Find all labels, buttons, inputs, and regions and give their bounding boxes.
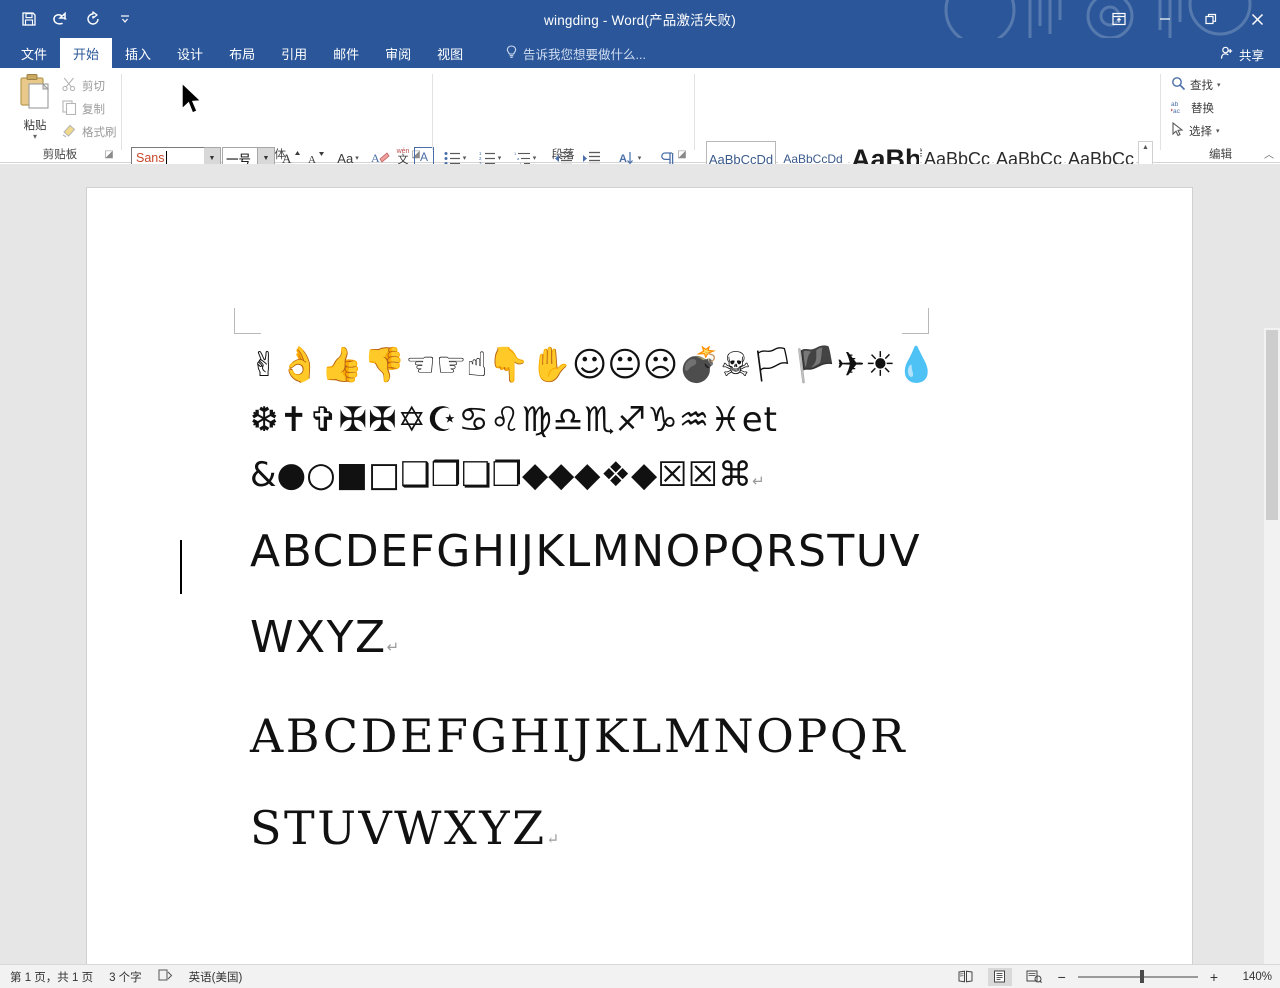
editing-group-label: 编辑: [1209, 149, 1232, 161]
select-label: 选择: [1189, 126, 1212, 138]
paragraph-mark: ↵: [546, 830, 562, 848]
cut-label: 剪切: [82, 81, 105, 93]
vertical-scrollbar-thumb[interactable]: [1266, 330, 1278, 520]
document-body[interactable]: ✌👌👍👎☜☞☝👇✋☺😐☹💣☠🏳🏴✈☀💧 ❆✝✞✠✠✡☪♋♌♍♎♏♐♑♒♓et &…: [250, 338, 1010, 885]
scissors-icon: [62, 77, 77, 95]
copy-button[interactable]: 复制: [62, 100, 105, 118]
document-line-symbols-1: ✌👌👍👎☜☞☝👇✋☺😐☹💣☠🏳🏴✈☀💧: [250, 345, 938, 385]
share-person-icon: [1220, 46, 1235, 63]
page-info[interactable]: 第 1 页，共 1 页: [10, 969, 93, 985]
title-bar: wingding - Word(产品激活失败): [0, 0, 1280, 38]
ribbon-tab-strip: 文件 开始 插入 设计 布局 引用 邮件 审阅 视图 告诉我您想要做什么... …: [0, 38, 1280, 68]
symbols-3-text: &●○■□❑❒❏❐◆◆◆❖◆☒☒⌘: [250, 455, 753, 495]
document-line-papyrus-1: ABCDEFGHIJKLMNOPQR: [250, 709, 908, 763]
lightbulb-icon: [505, 44, 518, 62]
scroll-up-icon[interactable]: ▲: [1142, 144, 1149, 151]
share-button[interactable]: 共享: [1214, 42, 1270, 66]
svg-text:A: A: [619, 153, 627, 165]
restore-icon[interactable]: [1188, 0, 1234, 38]
tab-insert[interactable]: 插入: [112, 38, 164, 68]
paste-dropdown-caret[interactable]: ▾: [33, 133, 37, 141]
document-line-papyrus-2: STUVWXYZ↵: [250, 782, 1010, 885]
svg-text:A: A: [371, 151, 380, 165]
status-left: 第 1 页，共 1 页 3 个字 英语(美国): [10, 969, 242, 985]
word-window: wingding - Word(产品激活失败) 文件 开始 插入 设计 布局 引…: [0, 0, 1280, 988]
replace-icon: ab ac: [1171, 99, 1187, 117]
zoom-slider[interactable]: [1077, 969, 1198, 985]
status-bar: 第 1 页，共 1 页 3 个字 英语(美国) − + 140%: [0, 964, 1280, 988]
paragraph-mark: ↵: [752, 472, 765, 490]
find-dropdown-caret[interactable]: ▾: [1217, 81, 1221, 89]
cut-button[interactable]: 剪切: [62, 77, 105, 95]
margin-marker-top-right: [902, 308, 929, 334]
window-title: wingding - Word(产品激活失败): [544, 13, 736, 28]
document-line-symbols-3: &●○■□❑❒❏❐◆◆◆❖◆☒☒⌘↵: [250, 448, 1010, 509]
format-painter-icon: [62, 123, 77, 141]
tell-me-placeholder: 告诉我您想要做什么...: [523, 47, 646, 62]
select-button[interactable]: 选择 ▾: [1171, 121, 1220, 140]
tab-mailings[interactable]: 邮件: [320, 38, 372, 68]
replace-label: 替换: [1191, 103, 1214, 115]
language-indicator[interactable]: 英语(美国): [189, 969, 243, 985]
zoom-out-button[interactable]: −: [1056, 969, 1068, 985]
format-painter-label: 格式刷: [82, 127, 117, 139]
tab-layout[interactable]: 布局: [216, 38, 268, 68]
document-text-caret: [180, 540, 182, 594]
document-page[interactable]: ✌👌👍👎☜☞☝👇✋☺😐☹💣☠🏳🏴✈☀💧 ❆✝✞✠✠✡☪♋♌♍♎♏♐♑♒♓et &…: [87, 188, 1192, 988]
tab-review[interactable]: 审阅: [372, 38, 424, 68]
zoom-level[interactable]: 140%: [1230, 971, 1272, 983]
paste-label: 粘贴: [23, 120, 47, 132]
share-label: 共享: [1238, 48, 1264, 63]
find-label: 查找: [1190, 80, 1213, 92]
close-icon[interactable]: [1234, 0, 1280, 38]
paste-icon: [18, 73, 52, 116]
comic-2-text: WXYZ: [250, 612, 387, 663]
print-layout-icon[interactable]: [987, 967, 1012, 986]
ribbon-group-editing: 查找 ▾ ab ac 替换 选择 ▾ 编辑: [1161, 68, 1280, 163]
ribbon-tabs: 文件 开始 插入 设计 布局 引用 邮件 审阅 视图: [8, 38, 476, 68]
select-dropdown-caret[interactable]: ▾: [1216, 127, 1220, 135]
tab-home[interactable]: 开始: [60, 38, 113, 68]
collapse-ribbon-icon[interactable]: ︿: [1264, 146, 1274, 161]
replace-button[interactable]: ab ac 替换: [1171, 99, 1214, 117]
status-right: − + 140%: [954, 967, 1272, 986]
document-area: ✌👌👍👎☜☞☝👇✋☺😐☹💣☠🏳🏴✈☀💧 ❆✝✞✠✠✡☪♋♌♍♎♏♐♑♒♓et &…: [0, 164, 1280, 988]
web-layout-icon[interactable]: [1022, 968, 1046, 986]
zoom-slider-thumb[interactable]: [1139, 970, 1144, 983]
read-mode-icon[interactable]: [954, 968, 978, 986]
proofing-errors-icon[interactable]: [158, 969, 173, 985]
paragraph-mark: ↵: [386, 638, 401, 656]
search-icon: [1171, 76, 1186, 94]
document-line-comic-2: WXYZ↵: [250, 595, 1010, 690]
minimize-icon[interactable]: [1142, 0, 1188, 38]
margin-marker-top-left: [234, 308, 261, 334]
tab-design[interactable]: 设计: [164, 38, 216, 68]
tab-references[interactable]: 引用: [268, 38, 320, 68]
tell-me-box[interactable]: 告诉我您想要做什么...: [505, 38, 646, 68]
select-pointer-icon: [1171, 121, 1185, 140]
ribbon-group-clipboard: 粘贴 ▾ 剪切 复制 格式刷 剪贴板 ◪: [0, 68, 120, 163]
tab-view[interactable]: 视图: [424, 38, 476, 68]
svg-text:ab: ab: [1171, 101, 1179, 108]
clipboard-dialog-launcher[interactable]: ◪: [102, 147, 116, 161]
document-line-symbols-2: ❆✝✞✠✠✡☪♋♌♍♎♏♐♑♒♓et: [250, 400, 778, 440]
word-count[interactable]: 3 个字: [109, 969, 142, 985]
ribbon: 粘贴 ▾ 剪切 复制 格式刷 剪贴板 ◪ ◪ Sans ▼ 一号 ▼ A A A…: [0, 68, 1280, 200]
copy-icon: [62, 100, 77, 118]
papyrus-2-text: STUVWXYZ: [250, 801, 547, 855]
vertical-scrollbar[interactable]: [1264, 328, 1280, 988]
font-name-value: Sans: [136, 151, 165, 165]
find-button[interactable]: 查找 ▾: [1171, 76, 1221, 94]
ribbon-display-options-icon[interactable]: [1096, 0, 1142, 38]
zoom-slider-track: [1077, 975, 1198, 978]
copy-label: 复制: [82, 104, 105, 116]
format-painter-button[interactable]: 格式刷: [62, 123, 117, 141]
svg-text:ac: ac: [1173, 108, 1181, 114]
tab-file[interactable]: 文件: [8, 38, 60, 68]
document-line-comic-1: ABCDEFGHIJKLMNOPQRSTUV: [250, 526, 922, 577]
window-controls: [1096, 0, 1280, 38]
zoom-in-button[interactable]: +: [1208, 969, 1220, 985]
paste-button[interactable]: 粘贴 ▾: [12, 73, 58, 145]
font-name-text-caret: [165, 151, 167, 165]
